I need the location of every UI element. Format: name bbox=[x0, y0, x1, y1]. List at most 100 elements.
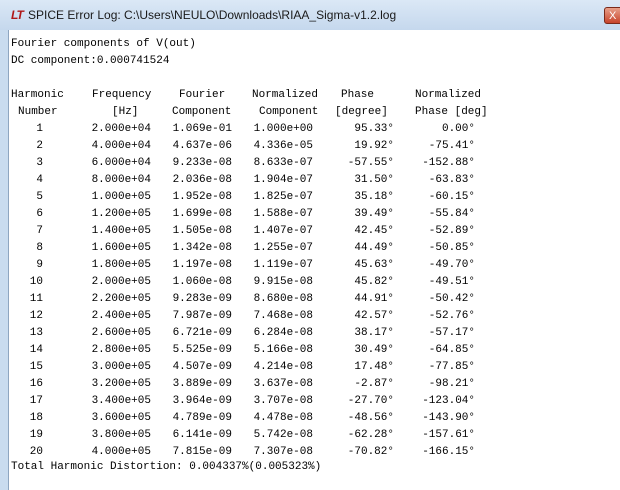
normalized-phase-cell: -50.42° bbox=[428, 293, 475, 305]
normalized-component-cell: 1.588e-07 bbox=[253, 208, 313, 220]
normalized-phase-cell: -57.17° bbox=[428, 327, 475, 339]
phase-cell: 35.18° bbox=[354, 191, 394, 203]
normalized-phase-cell: -166.15° bbox=[422, 446, 475, 458]
harmonic-number-cell: 16 bbox=[29, 378, 43, 390]
harmonic-number-cell: 1 bbox=[36, 123, 43, 135]
normalized-component-cell: 1.000e+00 bbox=[253, 123, 313, 135]
normalized-component-cell: 4.478e-08 bbox=[253, 412, 313, 424]
frequency-cell: 4.000e+04 bbox=[91, 140, 151, 152]
table-row: 5 1.000e+05 1.952e-08 1.825e-07 35.18° -60.15… bbox=[9, 189, 609, 206]
phase-cell: 38.17° bbox=[354, 327, 394, 339]
phase-cell: 31.50° bbox=[354, 174, 394, 186]
table-row: 9 1.800e+05 1.197e-08 1.119e-07 45.63° -49.70… bbox=[9, 257, 609, 274]
normalized-component-cell: 1.904e-07 bbox=[253, 174, 313, 186]
fourier-component-cell: 9.283e-09 bbox=[172, 293, 232, 305]
title-bar[interactable]: LT SPICE Error Log: C:\Users\NEULO\Downl… bbox=[0, 0, 620, 30]
harmonic-number-cell: 12 bbox=[29, 310, 43, 322]
frequency-cell: 1.000e+05 bbox=[91, 191, 151, 203]
frequency-cell: 2.600e+05 bbox=[91, 327, 151, 339]
normalized-component-cell: 4.214e-08 bbox=[253, 361, 313, 373]
harmonic-number-cell: 13 bbox=[29, 327, 43, 339]
header-degree: [degree] bbox=[335, 106, 388, 118]
fourier-component-cell: 1.069e-01 bbox=[172, 123, 232, 135]
normalized-phase-cell: -60.15° bbox=[428, 191, 475, 203]
phase-cell: 95.33° bbox=[354, 123, 394, 135]
table-row: 17 3.400e+05 3.964e-09 3.707e-08 -27.70° -123… bbox=[9, 393, 609, 410]
frequency-cell: 3.000e+05 bbox=[91, 361, 151, 373]
table-row: 16 3.200e+05 3.889e-09 3.637e-08 -2.87° -98.2… bbox=[9, 376, 609, 393]
header-frequency: Frequency bbox=[92, 89, 152, 101]
frequency-cell: 1.200e+05 bbox=[91, 208, 151, 220]
harmonic-number-cell: 18 bbox=[29, 412, 43, 424]
normalized-phase-cell: -143.90° bbox=[422, 412, 475, 424]
phase-cell: 17.48° bbox=[354, 361, 394, 373]
normalized-phase-cell: -152.88° bbox=[422, 157, 475, 169]
close-button[interactable]: X bbox=[604, 7, 620, 24]
header-phase: Phase bbox=[341, 89, 375, 101]
log-text-area[interactable]: Fourier components of V(out) DC componen… bbox=[8, 30, 620, 490]
harmonic-number-cell: 17 bbox=[29, 395, 43, 407]
fourier-component-cell: 6.141e-09 bbox=[172, 429, 232, 441]
header-normalized-phase: Normalized bbox=[415, 89, 482, 101]
normalized-component-cell: 4.336e-05 bbox=[253, 140, 313, 152]
phase-cell: -48.56° bbox=[347, 412, 394, 424]
fourier-component-cell: 4.789e-09 bbox=[172, 412, 232, 424]
fourier-component-cell: 9.233e-08 bbox=[172, 157, 232, 169]
normalized-component-cell: 8.633e-07 bbox=[253, 157, 313, 169]
harmonic-number-cell: 8 bbox=[36, 242, 43, 254]
header-norm-component: Component bbox=[259, 106, 319, 118]
fourier-component-cell: 1.699e-08 bbox=[172, 208, 232, 220]
frequency-cell: 3.200e+05 bbox=[91, 378, 151, 390]
harmonic-number-cell: 11 bbox=[29, 293, 43, 305]
fourier-component-cell: 1.197e-08 bbox=[172, 259, 232, 271]
table-row: 1 2.000e+04 1.069e-01 1.000e+00 95.33° 0.00° bbox=[9, 121, 609, 138]
harmonic-number-cell: 9 bbox=[36, 259, 43, 271]
fourier-component-cell: 1.505e-08 bbox=[172, 225, 232, 237]
table-row: 19 3.800e+05 6.141e-09 5.742e-08 -62.28° -157… bbox=[9, 427, 609, 444]
table-row: 14 2.800e+05 5.525e-09 5.166e-08 30.49° -64.8… bbox=[9, 342, 609, 359]
table-row: 7 1.400e+05 1.505e-08 1.407e-07 42.45° -52.89… bbox=[9, 223, 609, 240]
phase-cell: 42.57° bbox=[354, 310, 394, 322]
header-harmonic: Harmonic bbox=[11, 89, 64, 101]
phase-cell: 44.91° bbox=[354, 293, 394, 305]
normalized-component-cell: 6.284e-08 bbox=[253, 327, 313, 339]
fourier-component-cell: 3.964e-09 bbox=[172, 395, 232, 407]
phase-cell: 42.45° bbox=[354, 225, 394, 237]
frequency-cell: 1.600e+05 bbox=[91, 242, 151, 254]
phase-cell: 45.82° bbox=[354, 276, 394, 288]
fourier-component-cell: 3.889e-09 bbox=[172, 378, 232, 390]
table-row: 6 1.200e+05 1.699e-08 1.588e-07 39.49° -55.84… bbox=[9, 206, 609, 223]
header-fourier: Fourier bbox=[179, 89, 226, 101]
phase-cell: 39.49° bbox=[354, 208, 394, 220]
frequency-cell: 6.000e+04 bbox=[91, 157, 151, 169]
normalized-component-cell: 1.255e-07 bbox=[253, 242, 313, 254]
normalized-component-cell: 1.119e-07 bbox=[253, 259, 313, 271]
frequency-cell: 2.000e+04 bbox=[91, 123, 151, 135]
table-row: 15 3.000e+05 4.507e-09 4.214e-08 17.48° -77.8… bbox=[9, 359, 609, 376]
fourier-heading: Fourier components of V(out) bbox=[11, 38, 196, 50]
header-normalized: Normalized bbox=[252, 89, 319, 101]
normalized-phase-cell: -157.61° bbox=[422, 429, 475, 441]
table-row: 12 2.400e+05 7.987e-09 7.468e-08 42.57° -52.7… bbox=[9, 308, 609, 325]
table-row: 2 4.000e+04 4.637e-06 4.336e-05 19.92° -75.41… bbox=[9, 138, 609, 155]
phase-cell: 19.92° bbox=[354, 140, 394, 152]
phase-cell: -57.55° bbox=[347, 157, 394, 169]
normalized-phase-cell: -49.51° bbox=[428, 276, 475, 288]
fourier-component-cell: 6.721e-09 bbox=[172, 327, 232, 339]
phase-cell: 45.63° bbox=[354, 259, 394, 271]
harmonic-number-cell: 10 bbox=[29, 276, 43, 288]
harmonic-number-cell: 15 bbox=[29, 361, 43, 373]
normalized-phase-cell: 0.00° bbox=[441, 123, 475, 135]
dc-component: DC component:0.000741524 bbox=[11, 55, 170, 67]
frequency-cell: 1.400e+05 bbox=[91, 225, 151, 237]
frequency-cell: 3.600e+05 bbox=[91, 412, 151, 424]
normalized-phase-cell: -123.04° bbox=[422, 395, 475, 407]
normalized-phase-cell: -49.70° bbox=[428, 259, 475, 271]
fourier-component-cell: 4.507e-09 bbox=[172, 361, 232, 373]
harmonic-number-cell: 2 bbox=[36, 140, 43, 152]
fourier-component-cell: 5.525e-09 bbox=[172, 344, 232, 356]
normalized-phase-cell: -63.83° bbox=[428, 174, 475, 186]
header-hz: [Hz] bbox=[112, 106, 139, 118]
fourier-component-cell: 1.952e-08 bbox=[172, 191, 232, 203]
harmonic-number-cell: 5 bbox=[36, 191, 43, 203]
